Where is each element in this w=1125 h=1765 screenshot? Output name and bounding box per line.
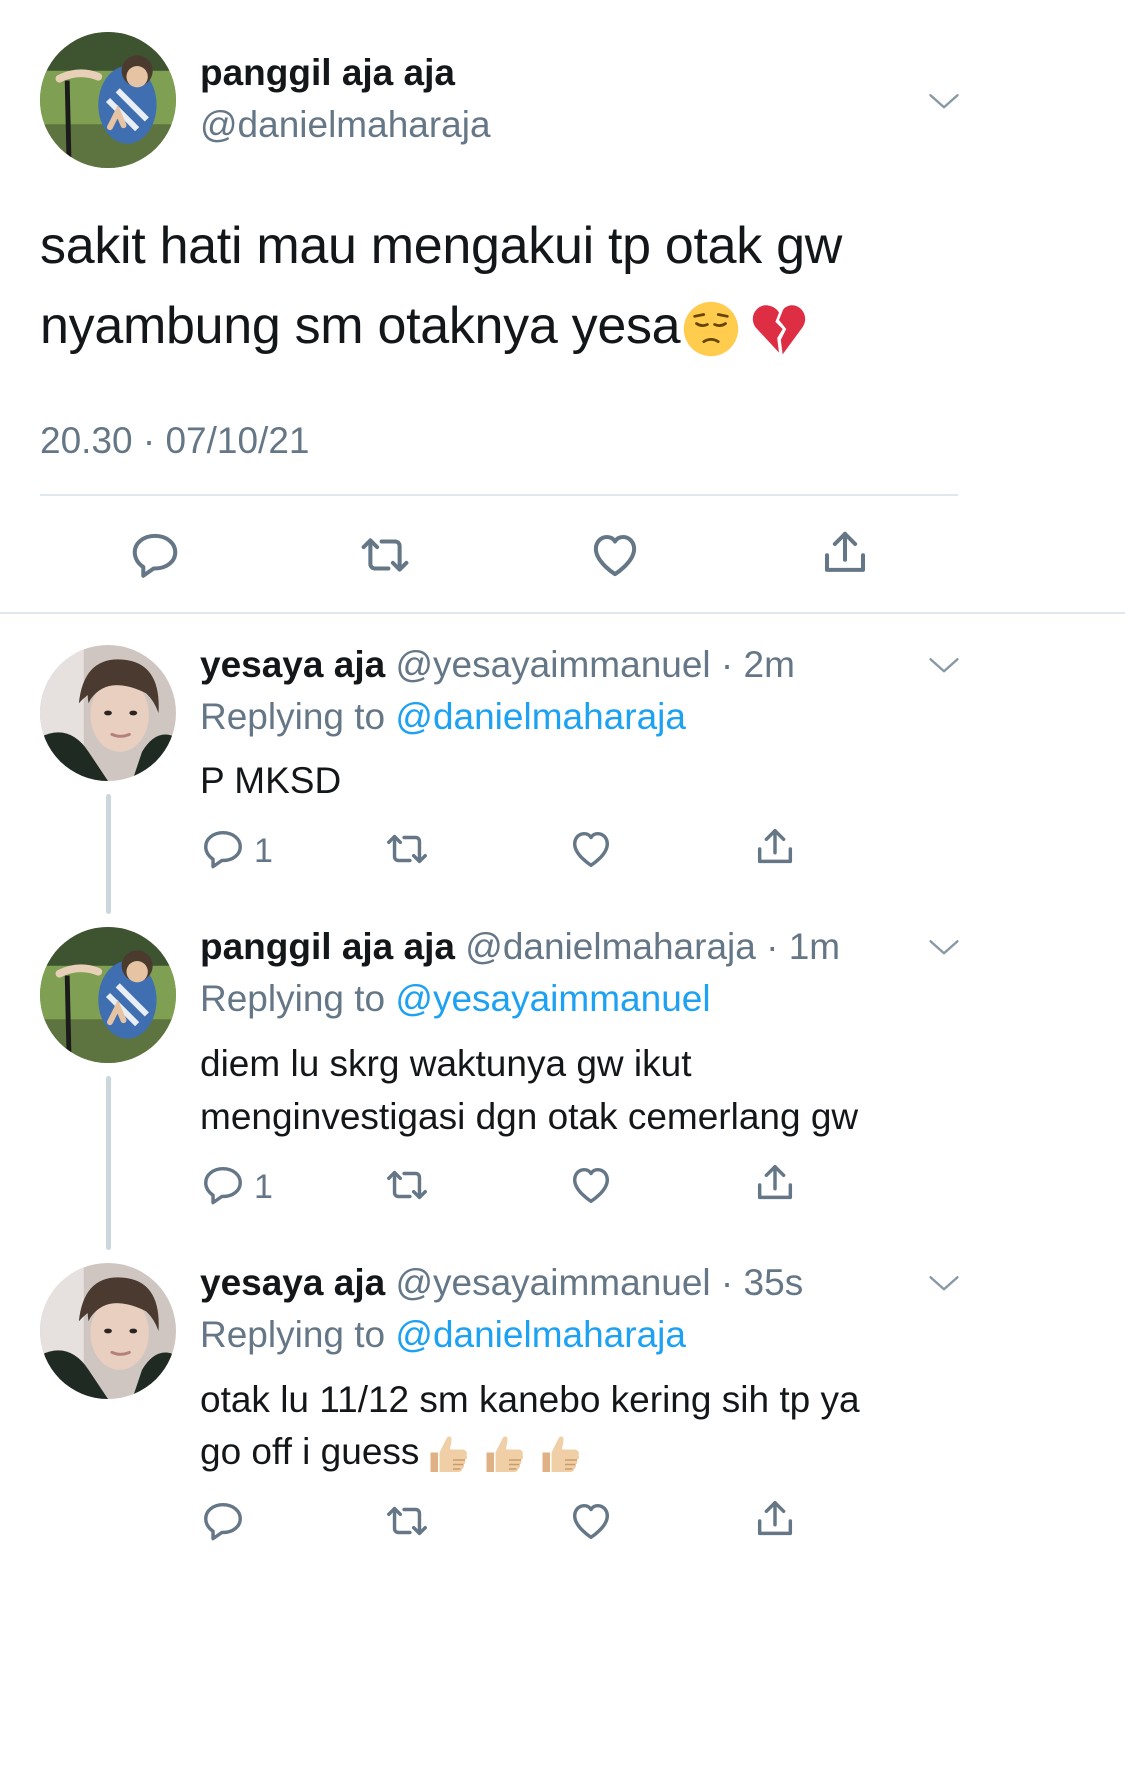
reply-header: yesaya aja @yesayaimmanuel · 2m xyxy=(200,644,795,685)
replying-label: Replying to xyxy=(200,978,386,1019)
share-icon[interactable] xyxy=(752,1496,798,1542)
thumbs-up-icon xyxy=(423,1430,471,1478)
retweet-icon[interactable] xyxy=(382,826,432,872)
replying-label: Replying to xyxy=(200,1314,386,1355)
replying-to-handle[interactable]: @danielmaharaja xyxy=(395,696,686,737)
like-icon[interactable] xyxy=(568,1162,614,1208)
retweet-icon[interactable] xyxy=(356,528,414,582)
like-icon[interactable] xyxy=(588,528,642,582)
replying-to: Replying to @yesayaimmanuel xyxy=(200,978,711,1020)
reply-text-line-1: otak lu 11/12 sm kanebo kering sih tp ya xyxy=(200,1379,860,1420)
share-icon[interactable] xyxy=(752,1160,798,1206)
chevron-down-icon[interactable] xyxy=(926,1266,962,1302)
like-icon[interactable] xyxy=(568,826,614,872)
reply-count: 1 xyxy=(254,1168,273,1206)
avatar[interactable] xyxy=(40,1263,176,1399)
reply-header: panggil aja aja @danielmaharaja · 1m xyxy=(200,926,841,967)
replying-to: Replying to @danielmaharaja xyxy=(200,696,686,738)
tweet-text-line-1: sakit hati mau mengakui tp otak gw xyxy=(40,217,842,275)
divider xyxy=(40,494,958,496)
avatar[interactable] xyxy=(40,32,176,168)
author-handle[interactable]: @danielmaharaja xyxy=(200,104,491,146)
replying-label: Replying to xyxy=(200,696,386,737)
reply-text-line-2: go off i guess xyxy=(200,1430,420,1472)
like-icon[interactable] xyxy=(568,1498,614,1544)
replying-to-handle[interactable]: @yesayaimmanuel xyxy=(395,978,710,1019)
reply-icon[interactable] xyxy=(200,826,246,872)
author-handle[interactable]: @yesayaimmanuel xyxy=(395,1262,710,1303)
chevron-down-icon[interactable] xyxy=(926,84,962,120)
author-name[interactable]: yesaya aja xyxy=(200,644,385,685)
reply-time[interactable]: 2m xyxy=(744,644,795,685)
thumbs-up-icon xyxy=(479,1430,527,1478)
reply-text-line-2-row: go off i guess xyxy=(200,1430,583,1478)
section-divider xyxy=(0,612,1125,614)
reply-time[interactable]: 35s xyxy=(744,1262,804,1303)
avatar[interactable] xyxy=(40,927,176,1063)
tweet-text-line-2: nyambung sm otaknya yesa xyxy=(40,297,681,355)
author-handle[interactable]: @yesayaimmanuel xyxy=(395,644,710,685)
author-name[interactable]: panggil aja aja xyxy=(200,52,455,94)
replying-to-handle[interactable]: @danielmaharaja xyxy=(395,1314,686,1355)
reply-icon[interactable] xyxy=(200,1162,246,1208)
reply-text: P MKSD xyxy=(200,760,342,801)
reply-text-line-1: diem lu skrg waktunya gw ikut xyxy=(200,1043,692,1084)
pensive-face-icon xyxy=(682,300,740,358)
avatar[interactable] xyxy=(40,645,176,781)
reply-text-line-2: menginvestigasi dgn otak cemerlang gw xyxy=(200,1096,859,1137)
author-handle[interactable]: @danielmaharaja xyxy=(465,926,756,967)
reply-header: yesaya aja @yesayaimmanuel · 35s xyxy=(200,1262,804,1303)
retweet-icon[interactable] xyxy=(382,1498,432,1544)
reply-icon[interactable] xyxy=(128,528,182,582)
share-icon[interactable] xyxy=(752,824,798,870)
share-icon[interactable] xyxy=(818,526,872,580)
reply-icon[interactable] xyxy=(200,1498,246,1544)
chevron-down-icon[interactable] xyxy=(926,648,962,684)
chevron-down-icon[interactable] xyxy=(926,930,962,966)
thread-line xyxy=(106,794,111,914)
thread-line xyxy=(106,1076,111,1250)
reply-time[interactable]: 1m xyxy=(789,926,840,967)
replying-to: Replying to @danielmaharaja xyxy=(200,1314,686,1356)
tweet-text-line-2-row: nyambung sm otaknya yesa xyxy=(40,296,808,358)
thumbs-up-icon xyxy=(535,1430,583,1478)
reply-count: 1 xyxy=(254,832,273,870)
author-name[interactable]: yesaya aja xyxy=(200,1262,385,1303)
broken-heart-icon xyxy=(750,300,808,358)
author-name[interactable]: panggil aja aja xyxy=(200,926,455,967)
retweet-icon[interactable] xyxy=(382,1162,432,1208)
tweet-timestamp[interactable]: 20.30 · 07/10/21 xyxy=(40,420,310,462)
